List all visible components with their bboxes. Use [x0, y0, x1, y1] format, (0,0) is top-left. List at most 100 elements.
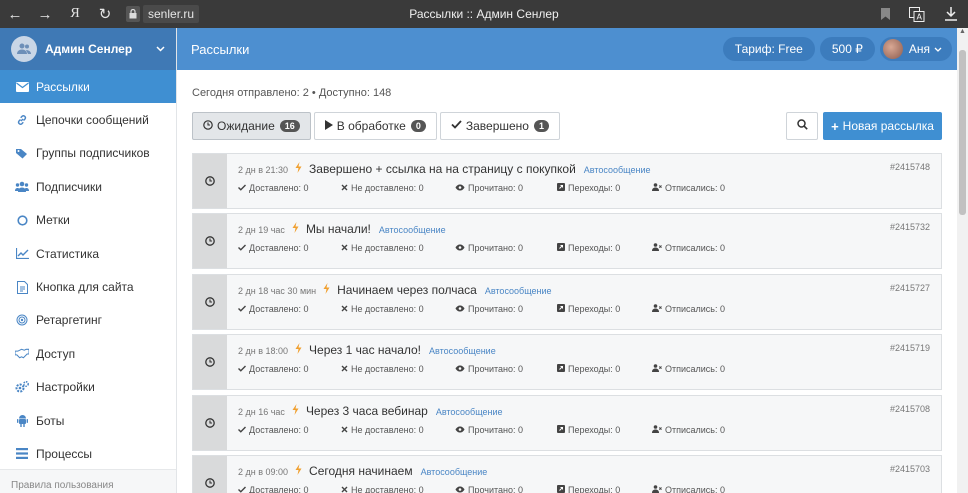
- status-filter: Ожидание 16 В обработке 0 Завершено 1: [192, 112, 563, 140]
- count-badge: 1: [533, 120, 549, 132]
- mailing-title[interactable]: Мы начали!: [306, 222, 371, 236]
- mailing-id: #2415708: [889, 403, 930, 414]
- tab-completed[interactable]: Завершено 1: [439, 112, 560, 140]
- user-times-icon: [652, 243, 662, 253]
- sidebar-item-retargeting[interactable]: Ретаргетинг: [0, 304, 176, 337]
- user-times-icon: [652, 303, 662, 314]
- scroll-up-arrow[interactable]: ▲: [957, 28, 968, 40]
- sidebar-item-settings[interactable]: Настройки: [0, 371, 176, 404]
- sidebar-item-access[interactable]: Доступ: [0, 337, 176, 370]
- mailing-title[interactable]: Начинаем через полчаса: [337, 283, 477, 297]
- sidebar-item-label: Доступ: [36, 346, 76, 361]
- mailing-card[interactable]: 2 дн 19 час Мы начали! Автосообщение #24157…: [192, 213, 942, 270]
- mailing-card[interactable]: 2 дн в 18:00 Через 1 час начало! Автосообщ…: [192, 334, 942, 391]
- autoresponse-tag[interactable]: Автосообщение: [421, 467, 488, 477]
- chevron-down-icon: [934, 47, 942, 52]
- mailing-header: 2 дн 19 час Мы начали! Автосообщение #24157…: [238, 222, 941, 238]
- circle-icon: [15, 213, 29, 227]
- balance-button[interactable]: 500 ₽: [819, 37, 875, 61]
- chevron-down-icon[interactable]: [156, 44, 176, 55]
- read-stat: Прочитано: 0: [455, 304, 523, 314]
- sidebar-item-chains[interactable]: Цепочки сообщений: [0, 103, 176, 136]
- clock-icon: [193, 335, 227, 390]
- sidebar-item-mailings[interactable]: Рассылки: [0, 70, 176, 104]
- sidebar-user-header[interactable]: Админ Сенлер: [0, 28, 176, 70]
- delivered-stat: Доставлено: 0: [238, 183, 309, 193]
- tags-icon: [15, 146, 29, 160]
- mailing-card[interactable]: 2 дн в 09:00 Сегодня начинаем Автосообщени…: [192, 455, 942, 493]
- sidebar-item-statistics[interactable]: Статистика: [0, 237, 176, 270]
- yandex-icon[interactable]: Я: [60, 0, 90, 28]
- forward-button[interactable]: →: [30, 0, 60, 28]
- mailing-card[interactable]: 2 дн 16 час Через 3 часа вебинар Автосообщ…: [192, 394, 942, 451]
- not-delivered-stat: Не доставлено: 0: [341, 183, 424, 193]
- sidebar-item-processes[interactable]: Процессы: [0, 437, 176, 470]
- terms-link[interactable]: Правила пользования: [0, 469, 176, 493]
- search-button[interactable]: [786, 112, 818, 140]
- close-icon: [341, 364, 348, 374]
- sidebar-item-label: Рассылки: [36, 79, 90, 94]
- autoresponse-tag[interactable]: Автосообщение: [379, 225, 446, 235]
- gears-icon: [15, 380, 29, 394]
- mailing-time: 2 дн в 21:30: [238, 165, 289, 175]
- address-bar[interactable]: senler.ru: [126, 4, 200, 24]
- back-button[interactable]: ←: [0, 0, 30, 28]
- tab-processing[interactable]: В обработке 0: [313, 112, 437, 140]
- read-stat: Прочитано: 0: [455, 485, 523, 493]
- scrollbar-thumb[interactable]: [959, 50, 966, 215]
- mailing-stats: Доставлено: 0 Не доставлено: 0 Прочитано: …: [238, 243, 941, 257]
- delivered-stat: Доставлено: 0: [238, 304, 309, 314]
- tariff-button[interactable]: Тариф: Free: [722, 37, 815, 61]
- external-link-icon: [557, 424, 565, 435]
- lightning-icon: [295, 464, 302, 478]
- list-icon: [15, 447, 29, 461]
- new-mailing-button[interactable]: + Новая рассылка: [823, 112, 942, 140]
- lightning-icon: [295, 343, 302, 357]
- link-icon: [15, 113, 29, 127]
- mailing-title[interactable]: Завершено + ссылка на на страницу с поку…: [309, 162, 576, 176]
- mailing-stats: Доставлено: 0 Не доставлено: 0 Прочитано: …: [238, 424, 941, 439]
- mailing-title[interactable]: Сегодня начинаем: [309, 464, 413, 478]
- document-icon: [15, 280, 29, 294]
- eye-icon: [455, 425, 465, 435]
- autoresponse-tag[interactable]: Автосообщение: [429, 346, 496, 356]
- stat-text: Прочитано: 0: [468, 183, 524, 193]
- reload-button[interactable]: ↻: [90, 0, 120, 28]
- read-stat: Прочитано: 0: [455, 364, 523, 374]
- mailing-title[interactable]: Через 1 час начало!: [309, 343, 421, 357]
- autoresponse-tag[interactable]: Автосообщение: [485, 286, 552, 296]
- autoresponse-tag[interactable]: Автосообщение: [436, 407, 503, 417]
- translate-icon[interactable]: A: [900, 6, 934, 22]
- sidebar-item-subscribers[interactable]: Подписчики: [0, 170, 176, 203]
- user-menu-button[interactable]: Аня: [879, 37, 952, 61]
- bookmark-icon[interactable]: [870, 8, 900, 20]
- lightning-icon: [323, 282, 330, 297]
- external-link-icon: [557, 364, 565, 374]
- stat-text: Переходы: 0: [568, 424, 621, 435]
- sidebar-item-bots[interactable]: Боты: [0, 404, 176, 437]
- sidebar-item-tags[interactable]: Метки: [0, 204, 176, 237]
- not-delivered-stat: Не доставлено: 0: [341, 243, 424, 253]
- tab-pending[interactable]: Ожидание 16: [192, 112, 311, 140]
- sidebar-item-site-button[interactable]: Кнопка для сайта: [0, 270, 176, 303]
- count-badge: 16: [279, 120, 300, 132]
- eye-icon: [455, 304, 465, 314]
- stat-text: Отписались: 0: [665, 485, 726, 493]
- sidebar-item-label: Метки: [36, 213, 70, 228]
- eye-icon: [455, 183, 465, 193]
- autoresponse-tag[interactable]: Автосообщение: [584, 165, 651, 175]
- sidebar-item-groups[interactable]: Группы подписчиков: [0, 137, 176, 170]
- user-times-icon: [652, 183, 662, 193]
- check-icon: [451, 120, 462, 132]
- stat-text: Отписались: 0: [665, 183, 726, 193]
- mailing-card[interactable]: 2 дн 18 час 30 мин Начинаем через полчаса…: [192, 273, 942, 330]
- new-mailing-label: Новая рассылка: [842, 119, 934, 133]
- mailing-card[interactable]: 2 дн в 21:30 Завершено + ссылка на на стр…: [192, 153, 942, 209]
- user-times-icon: [652, 485, 662, 493]
- download-icon[interactable]: [934, 7, 968, 21]
- sidebar-item-label: Процессы: [36, 446, 93, 461]
- mailing-time: 2 дн 19 час: [238, 225, 285, 236]
- mailing-title[interactable]: Через 3 часа вебинар: [306, 404, 428, 418]
- mailing-id: #2415748: [889, 162, 930, 172]
- stat-text: Отписались: 0: [665, 243, 726, 254]
